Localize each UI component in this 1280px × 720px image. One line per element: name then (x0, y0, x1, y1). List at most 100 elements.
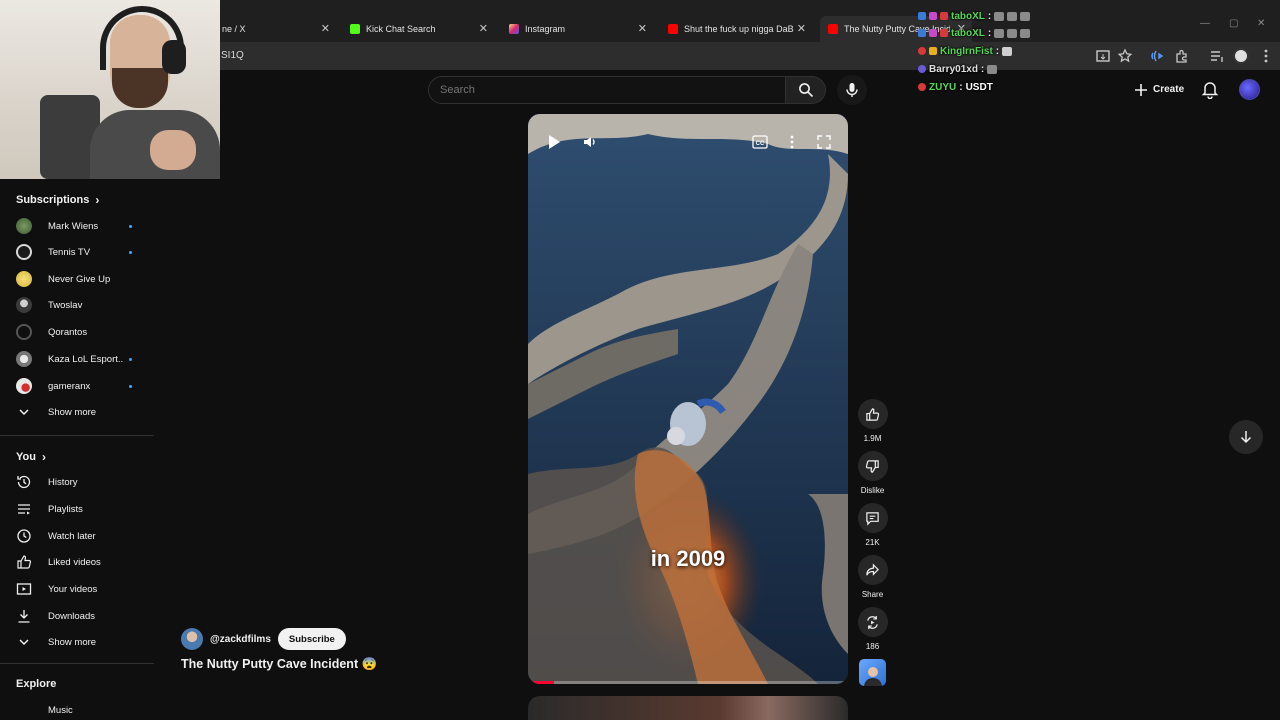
sidebar-item-label: Never Give Up (48, 273, 111, 285)
sidebar-item-qorantos[interactable]: Qorantos (0, 319, 154, 345)
you-header[interactable]: You › (16, 450, 46, 464)
chat-username: KingIrnFist (940, 45, 993, 57)
sidebar-item-mark-wiens[interactable]: Mark Wiens (0, 213, 154, 239)
chat-username: taboXL (951, 27, 985, 39)
search-input[interactable] (429, 77, 785, 103)
url-text[interactable]: SI1Q (221, 50, 244, 61)
comment-count: 21K (865, 538, 880, 547)
search-button[interactable] (786, 76, 826, 104)
show-more-you[interactable]: Show more (0, 629, 154, 655)
chat-badge-icon (918, 65, 926, 73)
volume-button[interactable] (580, 132, 600, 152)
new-content-dot (129, 224, 132, 228)
sound-source-avatar[interactable] (859, 659, 886, 686)
chat-message: Barry01xd : (918, 62, 998, 76)
media-controls-icon[interactable] (1209, 48, 1225, 64)
close-icon[interactable]: ✕ (638, 22, 647, 35)
bookmark-star-icon[interactable] (1117, 48, 1133, 64)
chat-emote-icon (994, 28, 1005, 38)
captions-button[interactable]: CC (750, 132, 770, 152)
chat-message: KingIrnFist : (918, 44, 1013, 58)
sidebar-item-label: Kaza LoL Esport... (48, 353, 124, 365)
video-progress-track[interactable] (528, 681, 848, 684)
extensions-icon[interactable] (1174, 48, 1190, 64)
share-action: Share (855, 555, 890, 599)
share-button[interactable] (857, 555, 888, 585)
next-short-preview[interactable] (528, 696, 848, 720)
channel-avatar (16, 218, 32, 234)
notifications-bell-icon[interactable] (1200, 79, 1220, 99)
subscriptions-header[interactable]: Subscriptions › (16, 193, 99, 207)
account-avatar[interactable] (1239, 79, 1260, 100)
search-box[interactable] (428, 76, 786, 104)
subscribe-button[interactable]: Subscribe (277, 628, 346, 650)
audio-extension-icon[interactable] (1149, 48, 1165, 64)
chat-separator: : (995, 45, 1000, 57)
chat-message: taboXL : (918, 26, 1031, 40)
close-icon[interactable]: ✕ (479, 22, 488, 35)
chat-emote-icon (1020, 11, 1031, 21)
sidebar-item-liked-videos[interactable]: Liked videos (0, 549, 154, 575)
chevron-right-icon: › (41, 450, 46, 464)
video-title: The Nutty Putty Cave Incident 😨 (181, 657, 378, 671)
like-button[interactable] (857, 399, 888, 429)
remix-action: 186 (855, 607, 890, 651)
more-options-button[interactable] (782, 132, 802, 152)
voice-search-button[interactable] (837, 75, 867, 105)
show-more-subscriptions[interactable]: Show more (0, 399, 154, 425)
minimize-icon[interactable]: — (1200, 18, 1210, 29)
liked-videos-icon (17, 555, 32, 569)
sidebar-item-label: Watch later (48, 530, 96, 542)
dislike-button[interactable] (857, 451, 888, 481)
sidebar-item-tennis-tv[interactable]: Tennis TV (0, 239, 154, 265)
explore-title: Explore (16, 678, 57, 690)
close-icon[interactable]: ✕ (321, 22, 330, 35)
fullscreen-button[interactable] (814, 132, 834, 152)
play-button[interactable] (544, 132, 564, 152)
video-caption: in 2009 (650, 546, 726, 571)
remix-button[interactable] (857, 607, 888, 637)
thumbs-up-icon (866, 407, 880, 421)
youtube-favicon-icon (828, 24, 838, 34)
sidebar-item-never-give-up[interactable]: Never Give Up (0, 266, 154, 292)
video-progress-fill (528, 681, 554, 684)
kick-favicon-icon (350, 24, 360, 34)
channel-name[interactable]: @zackdfilms (210, 634, 271, 645)
tab-youtube-dababy[interactable]: Shut the fuck up nigga DaBaby ✕ (660, 16, 812, 42)
channel-avatar[interactable] (181, 628, 203, 650)
dislike-label: Dislike (860, 486, 885, 495)
sidebar-item-watch-later[interactable]: Watch later (0, 523, 154, 549)
create-button[interactable]: Create (1128, 77, 1194, 102)
sidebar-item-twoslav[interactable]: Twoslav (0, 292, 154, 318)
chat-separator: : (987, 10, 992, 22)
chat-message: ZUYU : USDT (918, 80, 993, 94)
streamer-webcam (0, 0, 220, 179)
sidebar-item-playlists[interactable]: Playlists (0, 496, 154, 522)
sidebar-item-music[interactable]: Music (0, 695, 154, 715)
tab-kick-chat-search[interactable]: Kick Chat Search ✕ (342, 16, 494, 42)
sidebar-item-label: Twoslav (48, 299, 83, 311)
comments-button[interactable] (857, 503, 888, 533)
sidebar-item-kaza-lol-esports[interactable]: Kaza LoL Esport... (0, 346, 154, 372)
sidebar-item-your-videos[interactable]: Your videos (0, 576, 154, 602)
close-window-icon[interactable]: ✕ (1257, 18, 1265, 29)
tab-label: Instagram (525, 24, 566, 34)
shorts-video-player[interactable]: in 2009 CC (528, 114, 848, 684)
maximize-icon[interactable]: ▢ (1229, 18, 1238, 29)
tab-instagram[interactable]: Instagram ✕ (501, 16, 653, 42)
sidebar-item-history[interactable]: History (0, 469, 154, 495)
browser-menu-icon[interactable] (1258, 48, 1274, 64)
chat-text: USDT (965, 81, 993, 93)
profile-avatar-icon[interactable] (1233, 48, 1249, 64)
chat-separator: : (959, 81, 963, 93)
chat-username: Barry01xd (929, 63, 978, 75)
next-video-button[interactable] (1229, 420, 1263, 454)
sidebar-item-gameranx[interactable]: gameranx (0, 373, 154, 399)
tab-x[interactable]: ne / X ✕ (214, 16, 336, 42)
sidebar-item-downloads[interactable]: Downloads (0, 603, 154, 629)
plus-icon (1135, 83, 1147, 96)
tab-label: Kick Chat Search (366, 24, 436, 34)
close-icon[interactable]: ✕ (797, 22, 806, 35)
chat-badge-icon (940, 12, 948, 20)
sidebar-item-label: gameranx (48, 380, 91, 392)
